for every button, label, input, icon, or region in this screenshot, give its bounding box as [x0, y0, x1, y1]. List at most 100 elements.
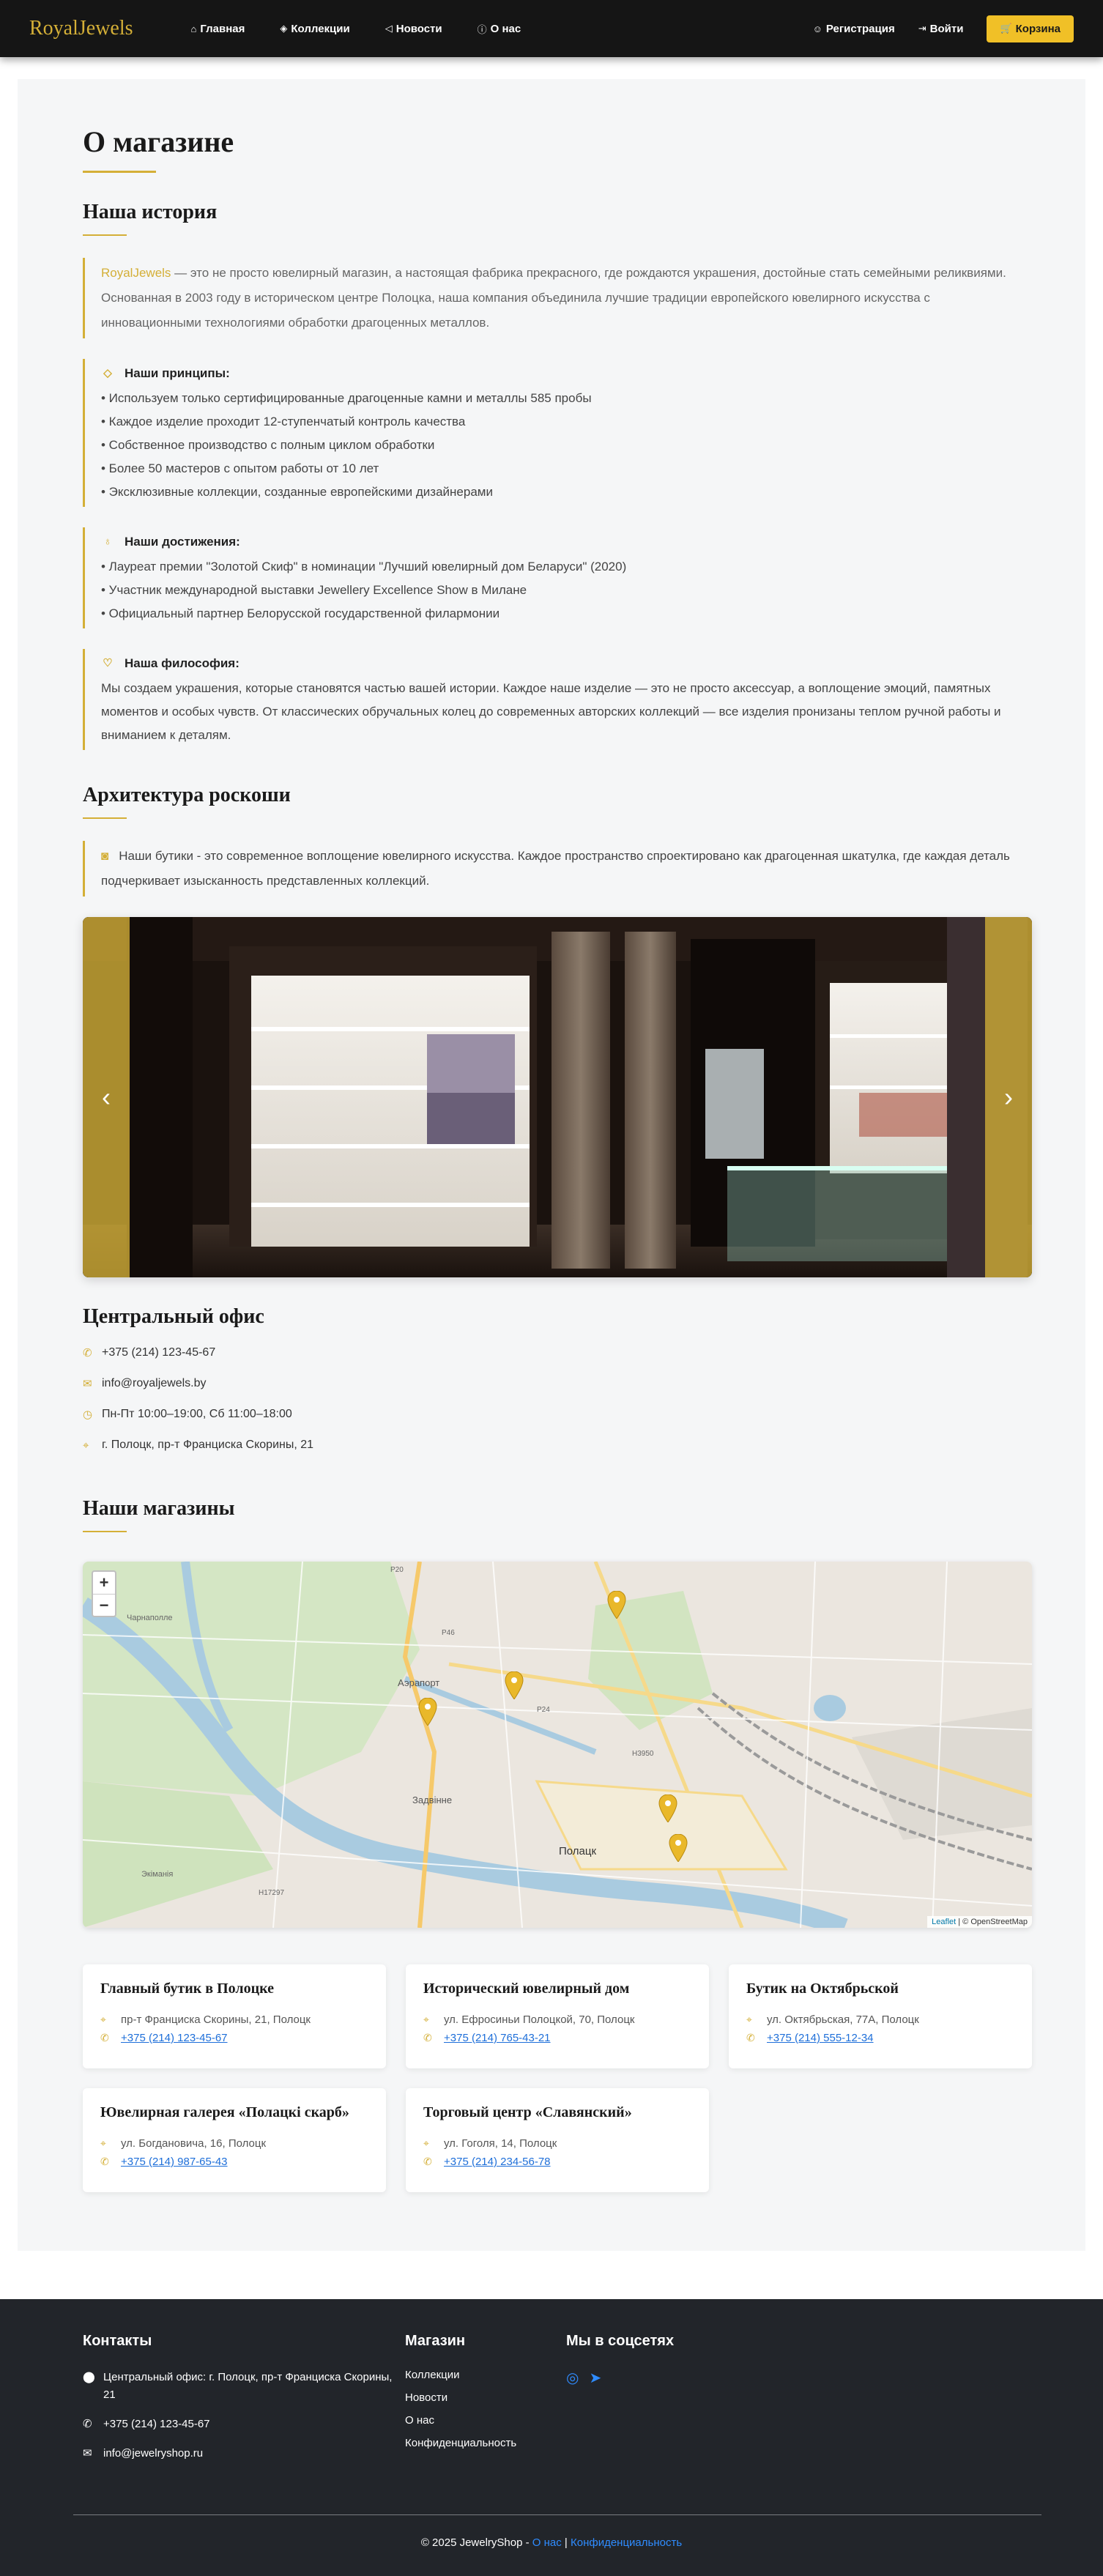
store-name: Исторический ювелирный дом: [423, 1981, 630, 1997]
store-phone: ✆ +375 (214) 555-12-34: [746, 2032, 1014, 2044]
phone-icon: ✆: [83, 2418, 92, 2430]
list-item: • Лауреат премии "Золотой Скиф" в номина…: [101, 560, 627, 574]
nav-label: Главная: [200, 22, 245, 35]
login-link[interactable]: ⇥ Войти: [907, 0, 976, 57]
telegram-icon[interactable]: ➤: [589, 2369, 601, 2387]
svg-text:Полацк: Полацк: [559, 1845, 596, 1857]
store-marker[interactable]: [607, 1591, 626, 1619]
nav-about[interactable]: ⓘ О нас: [460, 0, 539, 57]
store-phone-link[interactable]: +375 (214) 123-45-67: [121, 2032, 228, 2044]
footer-link-about[interactable]: О нас: [405, 2414, 566, 2427]
nav-collections[interactable]: ◈ Коллекции: [262, 0, 367, 57]
store-marker[interactable]: [505, 1671, 524, 1699]
store-address: ⌖ ул. Гоголя, 14, Полоцк: [423, 2137, 691, 2150]
svg-text:Аэрапорт: Аэрапорт: [398, 1677, 439, 1688]
store-marker[interactable]: [658, 1794, 677, 1822]
store-address-text: ул. Октябрьская, 77А, Полоцк: [767, 2013, 919, 2026]
list-item: • Официальный партнер Белорусской госуда…: [101, 606, 500, 620]
store-marker[interactable]: [669, 1834, 688, 1862]
map-marker-icon: ⬤: [83, 2371, 95, 2383]
nav-label: Коллекции: [291, 22, 350, 35]
zoom-out-button[interactable]: −: [93, 1594, 115, 1616]
instagram-icon[interactable]: ◎: [566, 2369, 579, 2387]
svg-text:Н3950: Н3950: [632, 1750, 654, 1758]
footer-phone: ✆ +375 (214) 123-45-67: [83, 2416, 405, 2433]
svg-text:Н17297: Н17297: [259, 1889, 284, 1897]
store-marker[interactable]: [418, 1698, 437, 1726]
title-underline: [83, 171, 156, 173]
footer-link-privacy[interactable]: Конфиденциальность: [405, 2437, 566, 2449]
chevron-right-icon: ›: [1004, 1082, 1013, 1112]
store-phone-link[interactable]: +375 (214) 555-12-34: [767, 2032, 874, 2044]
arch-block: ◙ Наши бутики - это современное воплощени…: [83, 841, 1020, 897]
copyright-privacy-link[interactable]: Конфиденциальность: [571, 2536, 682, 2549]
store-address: ⌖ ул. Ефросиньи Полоцкой, 70, Полоцк: [423, 2013, 691, 2026]
phone-icon: ✆: [746, 2032, 755, 2044]
store-card: Ювелирная галерея «Полацкі скарб» ⌖ ул. Б…: [83, 2088, 386, 2192]
store-card: Торговый центр «Славянский» ⌖ ул. Гоголя,…: [406, 2088, 709, 2192]
cart-icon: 🛒: [1000, 23, 1012, 34]
store-phone: ✆ +375 (214) 987-65-43: [100, 2156, 368, 2168]
store-card: Бутик на Октябрьской ⌖ ул. Октябрьская, 7…: [729, 1964, 1032, 2068]
store-name: Торговый центр «Славянский»: [423, 2104, 632, 2120]
camera-icon: ◙: [101, 849, 109, 863]
nav-news[interactable]: ◁ Новости: [368, 0, 460, 57]
store-address-text: пр-т Франциска Скорины, 21, Полоцк: [121, 2013, 311, 2026]
footer-social-title: Мы в соцсетях: [566, 2333, 675, 2349]
store-address-text: ул. Ефросиньи Полоцкой, 70, Полоцк: [444, 2013, 635, 2026]
award-icon: ♁: [103, 535, 112, 548]
gem-icon: ◇: [103, 367, 112, 379]
philosophy-title: Наша философия:: [125, 656, 239, 670]
svg-text:Р24: Р24: [537, 1706, 550, 1714]
nav-home[interactable]: ⌂ Главная: [174, 0, 263, 57]
stores-map[interactable]: Чарнаполле Аэрапорт Задвінне Полацк Экім…: [83, 1562, 1032, 1928]
showroom-carousel: ‹ ›: [83, 917, 1032, 1277]
footer-email: ✉ info@jewelryshop.ru: [83, 2445, 405, 2462]
store-address-text: ул. Гоголя, 14, Полоцк: [444, 2137, 557, 2150]
cart-button[interactable]: 🛒 Корзина: [987, 15, 1074, 42]
store-phone-link[interactable]: +375 (214) 987-65-43: [121, 2156, 228, 2168]
info-icon: ⓘ: [477, 23, 487, 35]
office-hours: ◷ Пн-Пт 10:00–19:00, Сб 11:00–18:00: [83, 1408, 1020, 1421]
list-item: • Более 50 мастеров с опытом работы от 1…: [101, 461, 379, 475]
copyright-about-link[interactable]: О нас: [532, 2536, 562, 2549]
footer-contacts: Контакты ⬤ Центральный офис: г. Полоцк, п…: [83, 2333, 405, 2474]
leaflet-link[interactable]: Leaflet: [932, 1918, 956, 1926]
megaphone-icon: ◁: [385, 23, 393, 34]
nav-links: ⌂ Главная ◈ Коллекции ◁ Новости ⓘ О нас: [174, 0, 539, 57]
navbar: RoyalJewels ⌂ Главная ◈ Коллекции ◁ Новости…: [0, 0, 1103, 57]
list-item: • Используем только сертифицированные др…: [101, 391, 592, 405]
store-address: ⌖ ул. Октябрьская, 77А, Полоцк: [746, 2013, 1014, 2026]
footer-link-news[interactable]: Новости: [405, 2391, 566, 2404]
store-phone-link[interactable]: +375 (214) 234-56-78: [444, 2156, 551, 2168]
svg-text:Экіманія: Экіманія: [141, 1870, 173, 1879]
brand-logo[interactable]: RoyalJewels: [29, 17, 133, 40]
store-card: Исторический ювелирный дом ⌖ ул. Ефросинь…: [406, 1964, 709, 2068]
nav-label: Новости: [395, 22, 442, 35]
list-item: • Участник международной выставки Jewell…: [101, 583, 527, 597]
intro-brand: RoyalJewels: [101, 266, 171, 280]
philosophy-text: Мы создаем украшения, которые становятся…: [101, 681, 1001, 742]
zoom-in-button[interactable]: +: [93, 1572, 115, 1594]
map-pin-icon: ⌖: [100, 2137, 106, 2149]
register-label: Регистрация: [825, 22, 895, 35]
office-text: Пн-Пт 10:00–19:00, Сб 11:00–18:00: [102, 1408, 292, 1420]
carousel-next-button[interactable]: ›: [985, 917, 1032, 1277]
register-link[interactable]: ☺ Регистрация: [801, 0, 907, 57]
map-zoom-control: + −: [92, 1570, 116, 1617]
achievements-heading: ♁ Наши достижения:: [101, 530, 1020, 554]
home-icon: ⌂: [190, 23, 197, 34]
cart-label: Корзина: [1015, 22, 1061, 35]
store-phone-link[interactable]: +375 (214) 765-43-21: [444, 2032, 551, 2044]
footer-copyright: © 2025 JewelryShop - О нас | Конфиденциа…: [420, 2536, 683, 2549]
store-phone: ✆ +375 (214) 234-56-78: [423, 2156, 691, 2168]
footer-link-collections[interactable]: Коллекции: [405, 2369, 566, 2381]
store-name: Ювелирная галерея «Полацкі скарб»: [100, 2104, 349, 2120]
carousel-prev-button[interactable]: ‹: [83, 917, 130, 1277]
intro-block: RoyalJewels — это не просто ювелирный ма…: [83, 258, 1020, 338]
section-underline: [83, 817, 127, 819]
map-attribution: Leaflet | © OpenStreetMap: [927, 1916, 1032, 1928]
store-address: ⌖ ул. Богдановича, 16, Полоцк: [100, 2137, 368, 2150]
intro-text: — это не просто ювелирный магазин, а нас…: [101, 266, 1006, 330]
footer-office-text: Центральный офис: г. Полоцк, пр-т Франци…: [103, 2371, 393, 2401]
